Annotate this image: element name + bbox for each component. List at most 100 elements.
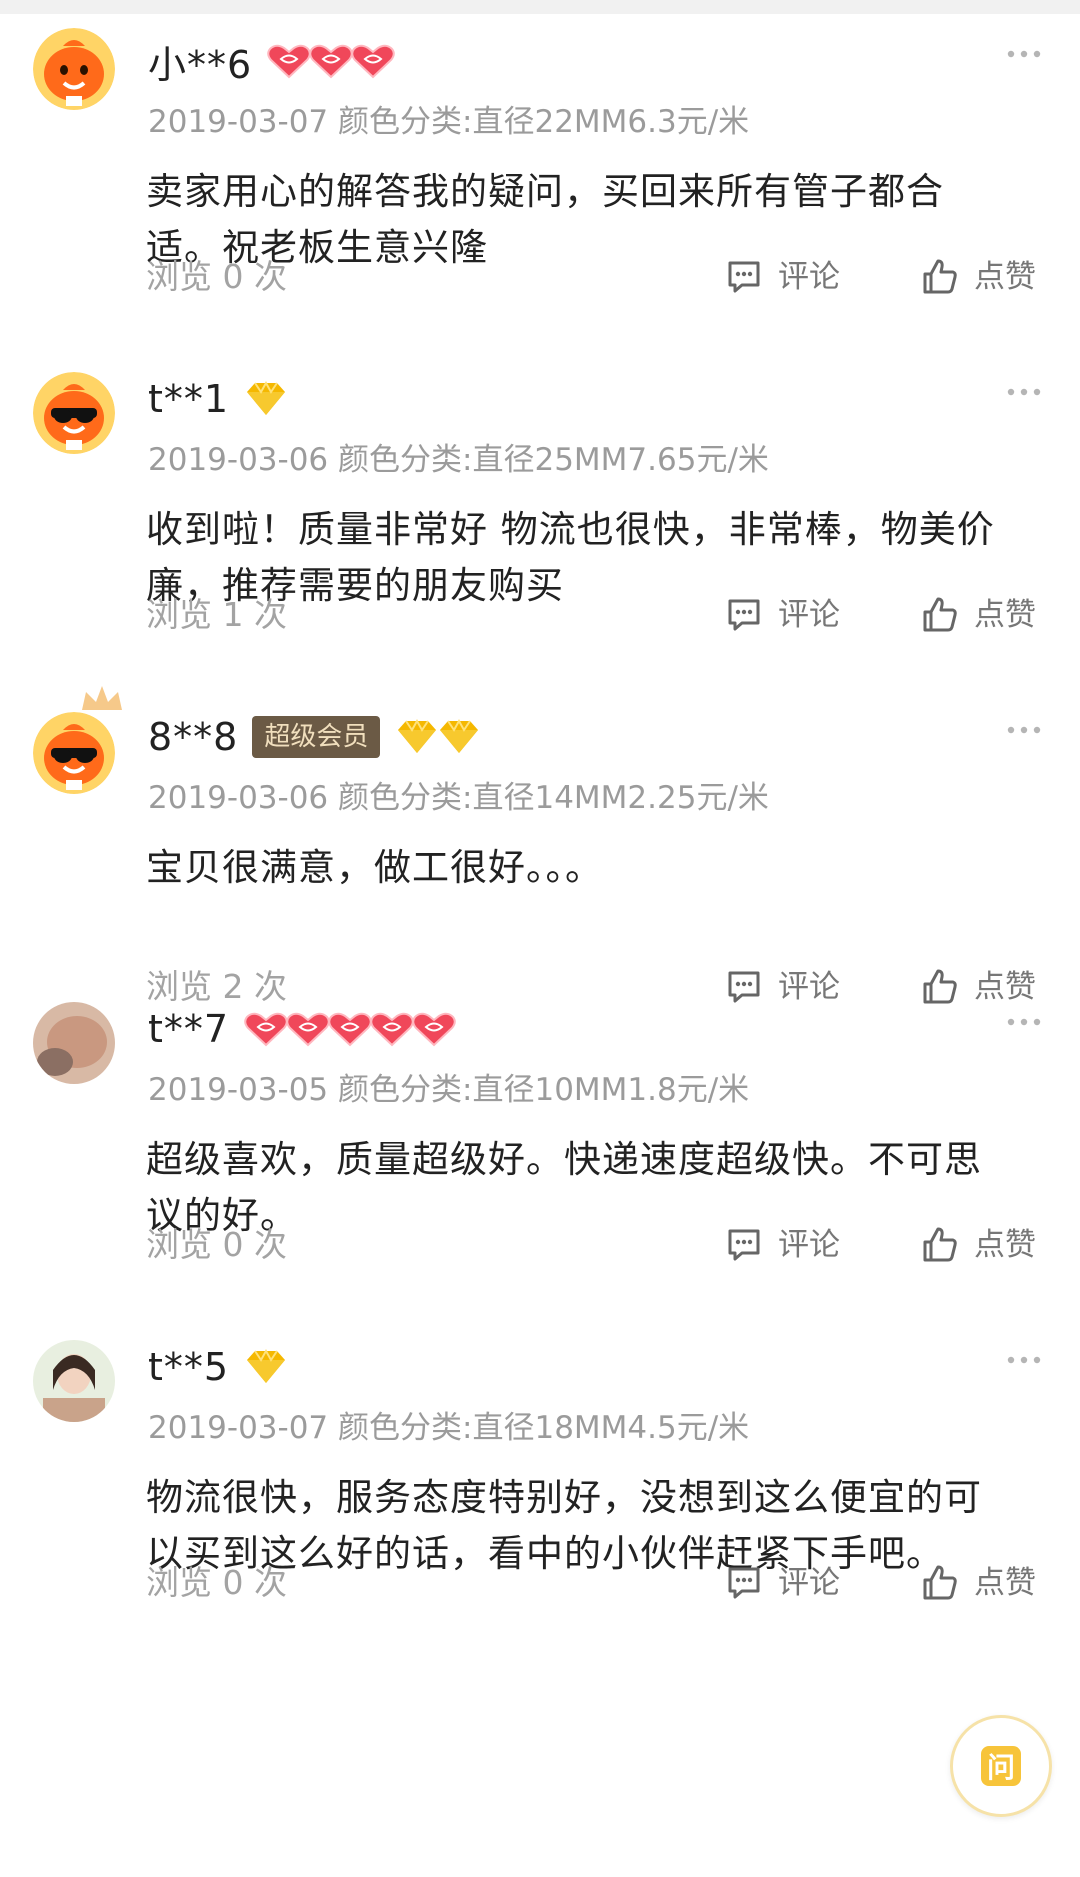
- review-card: 8**8 超级会员 2019-03-06 颜色分类:直径14MM2.25元/米 宝贝很…: [0, 686, 1080, 1006]
- review-meta: 2019-03-06 颜色分类:直径14MM2.25元/米: [148, 772, 769, 817]
- thumbs-up-icon: [920, 595, 960, 635]
- view-count: 浏览 1 次: [146, 595, 287, 634]
- user-level: [243, 380, 286, 418]
- sku-info: 颜色分类:直径14MM2.25元/米: [338, 780, 769, 816]
- review-meta: 2019-03-05 颜色分类:直径10MM1.8元/米: [148, 1064, 749, 1109]
- thumbs-up-icon: [920, 257, 960, 297]
- thumbs-up-icon: [920, 1563, 960, 1603]
- review-date: 2019-03-06: [148, 780, 329, 816]
- review-footer: 浏览 0 次 评论 点赞: [146, 252, 1046, 302]
- review-card: t**5 2019-03-07 颜色分类:直径18MM4.5元/米 物流很快，服务态…: [0, 1320, 1080, 1658]
- review-meta: 2019-03-07 颜色分类:直径22MM6.3元/米: [148, 96, 749, 141]
- review-footer: 浏览 1 次 评论 点赞: [146, 590, 1046, 640]
- name-row: t**7: [148, 1004, 456, 1054]
- username: 小**6: [148, 42, 253, 87]
- review-date: 2019-03-07: [148, 104, 329, 140]
- more-options-icon[interactable]: [1006, 1350, 1042, 1364]
- user-avatar[interactable]: [33, 1002, 115, 1084]
- sku-info: 颜色分类:直径10MM1.8元/米: [338, 1072, 750, 1108]
- review-footer: 浏览 0 次 评论 点赞: [146, 1558, 1046, 1608]
- like-button[interactable]: 点赞: [920, 1558, 1036, 1608]
- user-avatar[interactable]: [33, 1340, 115, 1422]
- comment-icon: [724, 1225, 764, 1265]
- photo-avatar-icon: [33, 1002, 115, 1084]
- heart-icon: [327, 1010, 372, 1048]
- photo-avatar-icon: [33, 1340, 115, 1422]
- name-row: t**1: [148, 374, 286, 424]
- sku-info: 颜色分类:直径18MM4.5元/米: [338, 1410, 750, 1446]
- user-level: [266, 42, 395, 80]
- like-button[interactable]: 点赞: [920, 252, 1036, 302]
- like-label: 点赞: [974, 1227, 1036, 1263]
- username: t**5: [148, 1345, 230, 1389]
- sku-info: 颜色分类:直径22MM6.3元/米: [338, 104, 750, 140]
- diamond-icon: [243, 380, 286, 418]
- review-date: 2019-03-05: [148, 1072, 329, 1108]
- more-options-icon[interactable]: [1006, 44, 1042, 58]
- view-count: 浏览 0 次: [146, 1225, 287, 1264]
- review-content: 宝贝很满意，做工很好。。。: [146, 846, 603, 889]
- view-count: 浏览 0 次: [146, 1563, 287, 1602]
- review-meta: 2019-03-06 颜色分类:直径25MM7.65元/米: [148, 434, 769, 479]
- heart-icon: [350, 42, 395, 80]
- sunglasses-mascot-crown-icon: [33, 712, 115, 794]
- view-count: 浏览 0 次: [146, 257, 287, 296]
- review-card: t**1 2019-03-06 颜色分类:直径25MM7.65元/米 收到啦！质量非…: [0, 352, 1080, 690]
- username: 8**8: [148, 715, 239, 759]
- comment-icon: [724, 595, 764, 635]
- comment-label: 评论: [778, 597, 840, 633]
- top-strip: [0, 0, 1080, 14]
- username: t**1: [148, 377, 230, 421]
- name-row: 小**6: [148, 36, 395, 87]
- like-label: 点赞: [974, 597, 1036, 633]
- user-avatar[interactable]: [33, 28, 115, 110]
- like-button[interactable]: 点赞: [920, 1220, 1036, 1270]
- review-date: 2019-03-06: [148, 442, 329, 478]
- comment-button[interactable]: 评论: [724, 590, 840, 640]
- comment-icon: [724, 1563, 764, 1603]
- user-avatar[interactable]: [33, 712, 115, 794]
- comment-label: 评论: [778, 1227, 840, 1263]
- user-level: [243, 1010, 456, 1048]
- review-footer: 浏览 0 次 评论 点赞: [146, 1220, 1046, 1270]
- ask-button[interactable]: 问: [950, 1715, 1052, 1817]
- heart-icon: [411, 1010, 456, 1048]
- heart-icon: [369, 1010, 414, 1048]
- comment-button[interactable]: 评论: [724, 1220, 840, 1270]
- comment-icon: [724, 257, 764, 297]
- vip-badge: 超级会员: [252, 716, 381, 758]
- more-options-icon[interactable]: [1006, 382, 1042, 396]
- comment-button[interactable]: 评论: [724, 1558, 840, 1608]
- review-card: 小**6 2019-03-07 颜色分类:直径22MM6.3元/米 卖家用心的解答我…: [0, 14, 1080, 352]
- thumbs-up-icon: [920, 1225, 960, 1265]
- review-date: 2019-03-07: [148, 1410, 329, 1446]
- ask-icon: 问: [981, 1746, 1021, 1786]
- orange-mascot-icon: [33, 28, 115, 110]
- review-meta: 2019-03-07 颜色分类:直径18MM4.5元/米: [148, 1402, 749, 1447]
- heart-icon: [308, 42, 353, 80]
- heart-icon: [285, 1010, 330, 1048]
- diamond-icon: [436, 718, 479, 756]
- name-row: 8**8 超级会员: [148, 712, 479, 762]
- like-label: 点赞: [974, 259, 1036, 295]
- like-label: 点赞: [974, 1565, 1036, 1601]
- more-options-icon[interactable]: [1006, 1012, 1042, 1026]
- review-card: t**7 2019-03-05 颜色分类:直径10MM1.8元/米 超级喜欢，质量超…: [0, 982, 1080, 1320]
- sunglasses-mascot-icon: [33, 372, 115, 454]
- comment-button[interactable]: 评论: [724, 252, 840, 302]
- diamond-icon: [243, 1348, 286, 1386]
- comment-label: 评论: [778, 1565, 840, 1601]
- more-options-icon[interactable]: [1006, 720, 1042, 734]
- name-row: t**5: [148, 1342, 286, 1392]
- heart-icon: [243, 1010, 288, 1048]
- comment-label: 评论: [778, 259, 840, 295]
- user-level: [394, 718, 479, 756]
- review-feed: 小**6 2019-03-07 颜色分类:直径22MM6.3元/米 卖家用心的解答我…: [0, 14, 1080, 1658]
- crown-icon: [78, 684, 126, 714]
- user-level: [243, 1348, 286, 1386]
- user-avatar[interactable]: [33, 372, 115, 454]
- diamond-icon: [394, 718, 437, 756]
- sku-info: 颜色分类:直径25MM7.65元/米: [338, 442, 769, 478]
- username: t**7: [148, 1007, 230, 1051]
- like-button[interactable]: 点赞: [920, 590, 1036, 640]
